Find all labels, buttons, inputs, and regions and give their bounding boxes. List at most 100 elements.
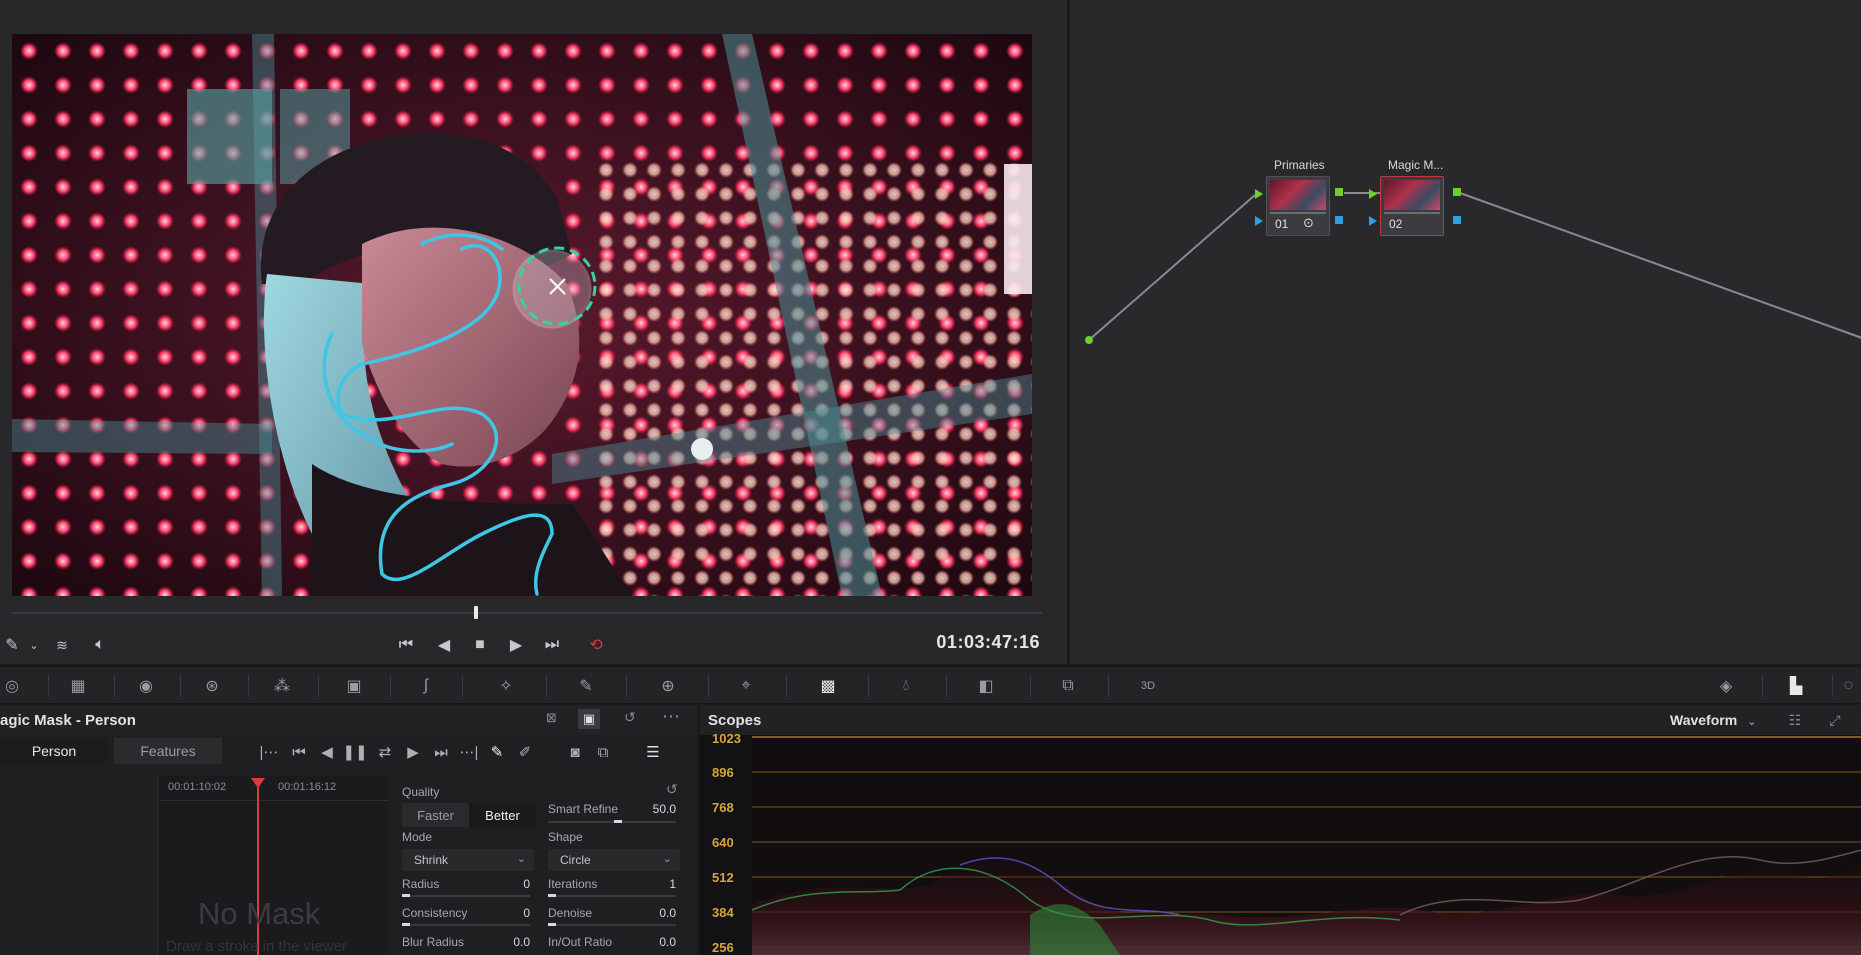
track-both-icon[interactable]: ⇄	[372, 738, 398, 766]
skip-to-end-icon[interactable]: ⏭︎	[538, 630, 566, 660]
skip-to-start-icon[interactable]: ⏮︎	[392, 630, 420, 660]
camera-raw-icon[interactable]: ◎	[0, 667, 32, 705]
node-magic-mask[interactable]: 02	[1380, 176, 1444, 236]
denoise-slider[interactable]	[548, 924, 676, 926]
toolbar-divider	[1030, 675, 1031, 697]
speaker-icon[interactable]: 🔈︎	[88, 630, 112, 660]
iterations-value[interactable]: 1	[636, 877, 676, 891]
scopes-icon[interactable]: ▙	[1776, 667, 1816, 705]
motion-effects-icon[interactable]: ▣	[334, 667, 374, 705]
show-mask-icon[interactable]: ◙	[562, 738, 588, 766]
consistency-value[interactable]: 0	[490, 906, 530, 920]
node-label-primaries: Primaries	[1274, 158, 1325, 172]
scopes-title: Scopes	[708, 712, 762, 729]
scopes-panel: Scopes Waveform ⌄ ☷ ⤢ 1023 896 768 640 5…	[699, 705, 1861, 955]
radius-slider[interactable]	[402, 895, 530, 897]
mask-timeline[interactable]: 00:01:10:02 00:01:16:12	[0, 775, 388, 955]
eyedropper-icon[interactable]: ✎	[0, 630, 24, 660]
iterations-slider[interactable]	[548, 895, 676, 897]
color-match-icon[interactable]: ▦	[58, 667, 98, 705]
hdr-icon[interactable]: ⊛	[192, 667, 232, 705]
node-key-input-port[interactable]	[1255, 216, 1263, 226]
keyframes-icon[interactable]: ◈	[1706, 667, 1746, 705]
track-forward-icon[interactable]: ▶	[400, 738, 426, 766]
shape-label: Shape	[548, 830, 583, 844]
track-to-start-icon[interactable]: ⏮︎	[286, 738, 312, 766]
node-key-input-port[interactable]	[1369, 216, 1377, 226]
reset-icon[interactable]: ↺	[624, 709, 636, 726]
consistency-slider-handle[interactable]	[402, 923, 410, 926]
blur-icon[interactable]: 💧︎	[886, 667, 926, 705]
node-key-output-port[interactable]	[1453, 216, 1461, 224]
smart-refine-slider-handle[interactable]	[614, 820, 622, 823]
viewer-image[interactable]	[12, 34, 1032, 596]
stop-icon[interactable]: ■	[468, 630, 492, 660]
3d-icon[interactable]: 3D	[1128, 667, 1168, 705]
mask-overlay-icon[interactable]: ▣	[578, 709, 600, 729]
radius-value[interactable]: 0	[490, 877, 530, 891]
tracker-icon[interactable]: ⌖	[726, 667, 766, 705]
play-icon[interactable]: ▶	[504, 630, 528, 660]
add-stroke-icon[interactable]: ✎	[484, 738, 510, 766]
node-editor[interactable]: Primaries 01 ⊙ Magic M... 02	[1069, 0, 1861, 664]
track-to-end-icon[interactable]: ⏭︎	[428, 738, 454, 766]
mask-mode-tabs: Person Features	[0, 738, 232, 766]
node-primaries[interactable]: 01 ⊙	[1266, 176, 1330, 236]
fullscreen-toggle-icon[interactable]: ⊠	[546, 710, 557, 726]
mask-overlay-mode-icon[interactable]: ⧉	[590, 738, 616, 766]
smart-refine-value[interactable]: 50.0	[636, 802, 676, 816]
scope-type-dropdown[interactable]: Waveform ⌄	[1670, 712, 1756, 728]
chevron-down-icon[interactable]: ⌄	[26, 630, 42, 660]
radius-slider-handle[interactable]	[402, 894, 410, 897]
track-range-start-icon[interactable]: |⋯	[256, 738, 282, 766]
no-mask-placeholder: No Mask	[198, 896, 321, 931]
key-icon[interactable]: ◧	[966, 667, 1006, 705]
waveform-display: 1023 896 768 640 512 384 256	[700, 731, 1861, 955]
expand-icon[interactable]: ⤢	[1824, 709, 1846, 731]
color-warper-icon[interactable]: ✧	[486, 667, 526, 705]
curves-icon[interactable]: ∫	[406, 667, 446, 705]
iterations-slider-handle[interactable]	[548, 894, 556, 897]
more-options-icon[interactable]: ⋯	[662, 706, 680, 727]
loop-icon[interactable]: ⟲	[582, 630, 610, 660]
track-reverse-frame-icon[interactable]: ◀	[314, 738, 340, 766]
tab-person[interactable]: Person	[0, 738, 108, 764]
shape-dropdown[interactable]: Circle ⌄	[548, 849, 680, 871]
mode-dropdown[interactable]: Shrink ⌄	[402, 849, 534, 871]
denoise-slider-handle[interactable]	[548, 923, 556, 926]
node-number: 02	[1389, 217, 1403, 231]
node-input-port[interactable]	[1255, 189, 1263, 199]
magic-mask-icon[interactable]: ▩	[808, 667, 848, 705]
qualifier-icon[interactable]: ✎	[566, 667, 606, 705]
node-input-port[interactable]	[1369, 189, 1377, 199]
track-range-end-icon[interactable]: ⋯|	[456, 738, 482, 766]
tab-features[interactable]: Features	[114, 738, 222, 764]
layers-icon[interactable]: ≋	[50, 630, 74, 660]
rgb-mixer-icon[interactable]: ⁂	[262, 667, 302, 705]
node-key-output-port[interactable]	[1335, 216, 1343, 224]
scope-settings-icon[interactable]: ☷	[1784, 709, 1806, 731]
node-output-port[interactable]	[1335, 188, 1343, 196]
timeline-ruler[interactable]: 00:01:10:02 00:01:16:12	[160, 775, 388, 801]
subtract-stroke-icon[interactable]: ✐	[512, 738, 538, 766]
node-output-port[interactable]	[1453, 188, 1461, 196]
smart-refine-slider[interactable]	[548, 821, 676, 823]
scrubber-handle[interactable]	[474, 606, 478, 619]
denoise-value[interactable]: 0.0	[636, 906, 676, 920]
window-icon[interactable]: ⊕	[648, 667, 688, 705]
shape-value: Circle	[560, 853, 591, 867]
primaries-icon[interactable]: ◉	[126, 667, 166, 705]
reset-params-icon[interactable]: ↺	[666, 781, 678, 798]
quality-faster-button[interactable]: Faster	[402, 803, 469, 827]
scale-label: 512	[712, 870, 734, 885]
pause-icon[interactable]: ❚❚	[342, 738, 368, 766]
step-back-icon[interactable]: ◀	[432, 630, 456, 660]
blur-radius-value[interactable]: 0.0	[490, 935, 530, 949]
in-out-ratio-value[interactable]: 0.0	[636, 935, 676, 949]
consistency-slider[interactable]	[402, 924, 530, 926]
viewer-scrubber[interactable]	[12, 612, 1042, 614]
quality-better-button[interactable]: Better	[469, 803, 536, 827]
mask-settings-icon[interactable]: ☰	[640, 738, 666, 766]
info-icon[interactable]: ◌	[1836, 667, 1861, 705]
sizing-icon[interactable]: ⧉	[1048, 667, 1088, 705]
